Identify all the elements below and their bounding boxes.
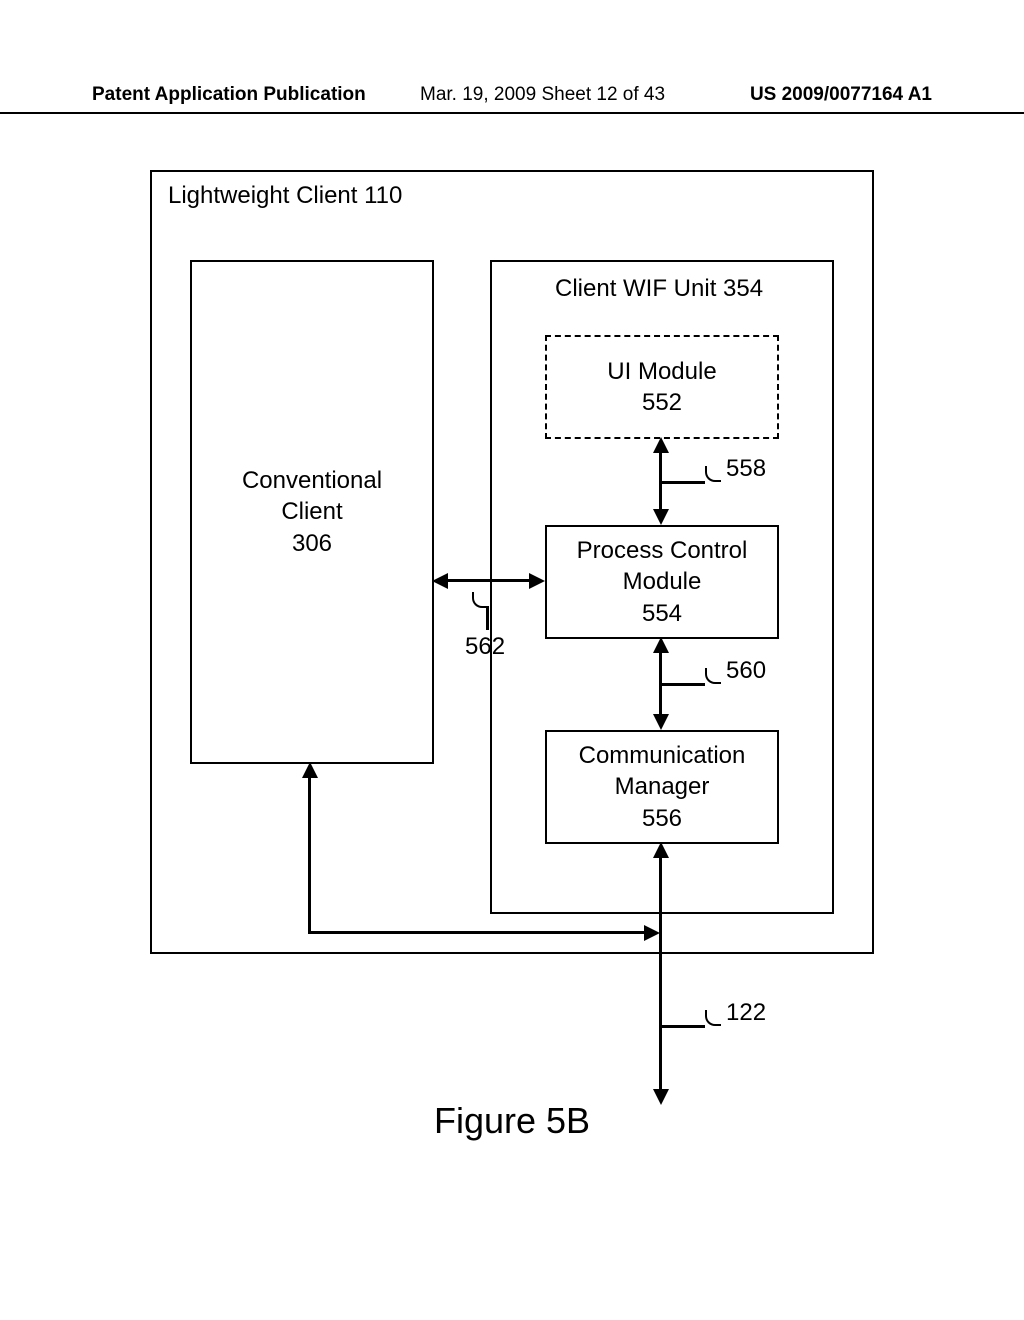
ref-122: 122 xyxy=(726,999,766,1027)
connector-bottom-h xyxy=(308,931,644,934)
connector-bottom-v1 xyxy=(308,776,311,931)
diagram-area: Lightweight Client 110 Conventional Clie… xyxy=(150,170,870,1170)
connector-122 xyxy=(659,856,662,1089)
lightweight-client-label: Lightweight Client 110 xyxy=(168,182,402,210)
conventional-client-box: Conventional Client 306 xyxy=(190,260,434,764)
arrow-up-560 xyxy=(653,637,669,653)
process-control-module-box: Process Control Module 554 xyxy=(545,525,779,639)
arrow-up-558 xyxy=(653,437,669,453)
connector-558 xyxy=(659,451,662,509)
leader-line-560 xyxy=(662,683,705,686)
page-header: Patent Application Publication Mar. 19, … xyxy=(0,82,1024,114)
figure-caption: Figure 5B xyxy=(0,1100,1024,1142)
arrow-right-562 xyxy=(529,573,545,589)
leader-line-562 xyxy=(486,606,489,630)
arrow-down-558 xyxy=(653,509,669,525)
ref-562: 562 xyxy=(465,633,505,661)
leader-line-558 xyxy=(662,481,705,484)
leader-hook-122 xyxy=(705,1010,721,1026)
communication-manager-box: Communication Manager 556 xyxy=(545,730,779,844)
page: Patent Application Publication Mar. 19, … xyxy=(0,0,1024,1320)
ref-558: 558 xyxy=(726,455,766,483)
ref-560: 560 xyxy=(726,657,766,685)
arrow-down-560 xyxy=(653,714,669,730)
leader-line-122 xyxy=(662,1025,705,1028)
header-publication: Patent Application Publication xyxy=(92,84,366,106)
header-pub-number: US 2009/0077164 A1 xyxy=(750,84,932,106)
arrow-up-122 xyxy=(653,842,669,858)
ui-module-box: UI Module 552 xyxy=(545,335,779,439)
arrow-right-bottom xyxy=(644,925,660,941)
arrow-up-conv-client xyxy=(302,762,318,778)
arrow-left-562 xyxy=(432,573,448,589)
header-date-sheet: Mar. 19, 2009 Sheet 12 of 43 xyxy=(420,84,665,106)
connector-562 xyxy=(448,579,529,582)
client-wif-unit-label: Client WIF Unit 354 xyxy=(555,275,763,303)
